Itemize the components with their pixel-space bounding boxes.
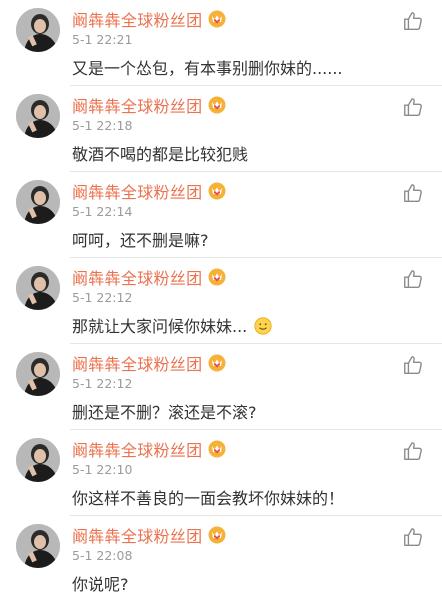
comment-text-body: 那就让大家问候你妹妹... — [72, 317, 248, 336]
username[interactable]: 阚犇犇全球粉丝团 — [72, 351, 202, 375]
comment-text: 敬酒不喝的都是比较犯贱 — [72, 141, 248, 165]
comment-list: 阚犇犇全球粉丝团 5-1 22:21 又是一个怂包，有本事别删你妹的......… — [0, 0, 442, 596]
avatar[interactable] — [16, 94, 60, 138]
comment-text: 删还是不删？滚还是不滚? — [72, 399, 257, 423]
comment-item[interactable]: 阚犇犇全球粉丝团 5-1 22:18 敬酒不喝的都是比较犯贱 — [0, 86, 442, 172]
comment-text: 你说呢? — [72, 571, 129, 595]
thumbs-up-icon — [402, 98, 424, 122]
comment-text-body: 敬酒不喝的都是比较犯贱 — [72, 145, 249, 164]
vip-crown-badge-icon — [208, 526, 226, 544]
timestamp: 5-1 22:12 — [72, 290, 133, 305]
username[interactable]: 阚犇犇全球粉丝团 — [72, 179, 202, 203]
timestamp: 5-1 22:21 — [72, 32, 133, 47]
comment-item[interactable]: 阚犇犇全球粉丝团 5-1 22:12 删还是不删？滚还是不滚? — [0, 344, 442, 430]
username[interactable]: 阚犇犇全球粉丝团 — [72, 7, 202, 31]
comment-text: 你这样不善良的一面会教坏你妹妹的！ — [72, 485, 344, 509]
like-button[interactable] — [402, 96, 424, 118]
like-button[interactable] — [402, 354, 424, 376]
like-button[interactable] — [402, 268, 424, 290]
thumbs-up-icon — [402, 528, 424, 552]
username[interactable]: 阚犇犇全球粉丝团 — [72, 523, 202, 547]
thumbs-up-icon — [402, 356, 424, 380]
comment-text: 又是一个怂包，有本事别删你妹的...... — [72, 55, 343, 79]
name-row: 阚犇犇全球粉丝团 — [72, 438, 226, 460]
thumbs-up-icon — [402, 442, 424, 466]
comment-item[interactable]: 阚犇犇全球粉丝团 5-1 22:21 又是一个怂包，有本事别删你妹的...... — [0, 0, 442, 86]
username[interactable]: 阚犇犇全球粉丝团 — [72, 93, 202, 117]
like-button[interactable] — [402, 182, 424, 204]
comment-text: 呵呵，还不删是嘛? — [72, 227, 209, 251]
avatar[interactable] — [16, 438, 60, 482]
comment-item[interactable]: 阚犇犇全球粉丝团 5-1 22:12 那就让大家问候你妹妹... — [0, 258, 442, 344]
name-row: 阚犇犇全球粉丝团 — [72, 352, 226, 374]
comment-text-body: 你说呢? — [72, 575, 129, 594]
name-row: 阚犇犇全球粉丝团 — [72, 94, 226, 116]
comment-text-body: 又是一个怂包，有本事别删你妹的...... — [72, 59, 343, 78]
avatar[interactable] — [16, 8, 60, 52]
name-row: 阚犇犇全球粉丝团 — [72, 180, 226, 202]
name-row: 阚犇犇全球粉丝团 — [72, 266, 226, 288]
comment-text-body: 删还是不删？滚还是不滚? — [72, 403, 257, 422]
name-row: 阚犇犇全球粉丝团 — [72, 524, 226, 546]
timestamp: 5-1 22:12 — [72, 376, 133, 391]
vip-crown-badge-icon — [208, 268, 226, 286]
vip-crown-badge-icon — [208, 354, 226, 372]
thumbs-up-icon — [402, 12, 424, 36]
comment-text-body: 你这样不善良的一面会教坏你妹妹的！ — [72, 489, 345, 508]
comment-text-body: 呵呵，还不删是嘛? — [72, 231, 209, 250]
timestamp: 5-1 22:18 — [72, 118, 133, 133]
username[interactable]: 阚犇犇全球粉丝团 — [72, 265, 202, 289]
vip-crown-badge-icon — [208, 182, 226, 200]
timestamp: 5-1 22:10 — [72, 462, 133, 477]
thumbs-up-icon — [402, 184, 424, 208]
vip-crown-badge-icon — [208, 440, 226, 458]
avatar[interactable] — [16, 266, 60, 310]
name-row: 阚犇犇全球粉丝团 — [72, 8, 226, 30]
vip-crown-badge-icon — [208, 96, 226, 114]
comment-item[interactable]: 阚犇犇全球粉丝团 5-1 22:10 你这样不善良的一面会教坏你妹妹的！ — [0, 430, 442, 516]
comment-item[interactable]: 阚犇犇全球粉丝团 5-1 22:08 你说呢? — [0, 516, 442, 602]
timestamp: 5-1 22:14 — [72, 204, 133, 219]
avatar[interactable] — [16, 524, 60, 568]
like-button[interactable] — [402, 440, 424, 462]
like-button[interactable] — [402, 10, 424, 32]
thumbs-up-icon — [402, 270, 424, 294]
comment-item[interactable]: 阚犇犇全球粉丝团 5-1 22:14 呵呵，还不删是嘛? — [0, 172, 442, 258]
vip-crown-badge-icon — [208, 10, 226, 28]
comment-text: 那就让大家问候你妹妹... — [72, 313, 272, 337]
like-button[interactable] — [402, 526, 424, 548]
timestamp: 5-1 22:08 — [72, 548, 133, 563]
smile-emoji-icon — [247, 317, 272, 336]
avatar[interactable] — [16, 180, 60, 224]
avatar[interactable] — [16, 352, 60, 396]
username[interactable]: 阚犇犇全球粉丝团 — [72, 437, 202, 461]
